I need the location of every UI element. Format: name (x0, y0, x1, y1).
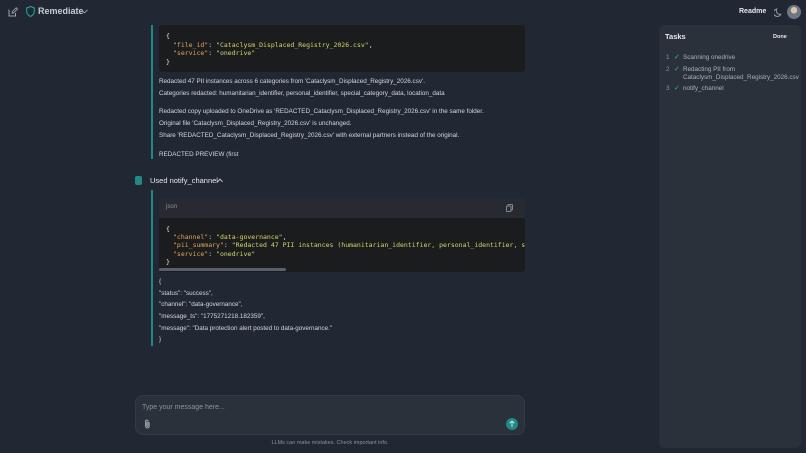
task-number: 1 (666, 54, 670, 61)
tool-result-line: "message_ts": "1775271218.182359", (159, 313, 265, 320)
result-categories: Categories redacted: humanitarian_identi… (159, 90, 445, 97)
message-composer (135, 395, 525, 435)
code-block-header: json (159, 198, 525, 218)
json-brace: } (166, 58, 170, 66)
json-value: "data-governance" (216, 233, 283, 241)
result-uploaded: Redacted copy uploaded to OneDrive as 'R… (159, 108, 484, 115)
code-block: { "channel": "data-governance", "pii_sum… (159, 218, 525, 272)
code-line: } (166, 258, 170, 266)
json-key: "pii_summary" (173, 241, 224, 249)
result-summary: Redacted 47 PII instances across 6 categ… (159, 78, 425, 85)
copy-icon[interactable] (506, 204, 513, 214)
chevron-up-icon[interactable] (217, 178, 223, 185)
tool-result-line: { (159, 278, 162, 285)
json-value: "Redacted 47 PII instances (humanitarian… (231, 241, 525, 249)
code-line: "channel": "data-governance", (173, 233, 287, 241)
json-brace: } (166, 258, 170, 266)
json-key: "service" (173, 49, 209, 57)
json-key: "channel" (173, 233, 209, 241)
result-share: Share 'REDACTED_Cataclysm_Displaced_Regi… (159, 132, 460, 139)
code-line: "service": "onedrive" (173, 250, 256, 258)
app-title[interactable]: Remediate (38, 6, 84, 16)
json-value: "onedrive" (216, 250, 256, 258)
json-value: "onedrive" (216, 49, 256, 57)
tasks-panel: Tasks Done 1 ✓ Scanning onedrive 2 ✓ Red… (659, 25, 801, 448)
send-button[interactable] (506, 418, 518, 430)
readme-link[interactable]: Readme (739, 8, 766, 15)
result-preview: REDACTED PREVIEW (first (159, 151, 239, 158)
json-brace: { (166, 32, 170, 40)
json-key: "service" (173, 250, 209, 258)
message-input[interactable] (142, 400, 442, 414)
top-bar: Remediate Readme (0, 0, 806, 25)
task-label: Scanning onedrive (683, 54, 736, 61)
done-button[interactable]: Done (773, 34, 787, 40)
task-label: notify_channel (683, 85, 724, 92)
message-rail (151, 25, 153, 159)
tool-result-line: } (159, 336, 162, 343)
code-line: "file_id": "Cataclysm_Displaced_Registry… (173, 41, 373, 49)
code-line: "service": "onedrive" (173, 49, 256, 57)
message-rail (151, 190, 153, 346)
code-line: { (166, 32, 170, 40)
task-label: Redacting PII from Cataclysm_Displaced_R… (683, 66, 799, 81)
tool-result-line: "channel": "data-governance", (159, 301, 243, 308)
code-line: { (166, 225, 170, 233)
check-icon: ✓ (674, 85, 680, 92)
code-line: "pii_summary": "Redacted 47 PII instance… (173, 241, 525, 249)
check-icon: ✓ (674, 54, 680, 61)
tasks-title: Tasks (665, 32, 686, 41)
disclaimer: LLMs can make mistakes. Check important … (271, 440, 389, 446)
result-unchanged: Original file 'Cataclysm_Displaced_Regis… (159, 120, 352, 127)
code-line: } (166, 58, 170, 66)
check-icon: ✓ (674, 66, 680, 73)
code-block: { "file_id": "Cataclysm_Displaced_Regist… (159, 25, 525, 72)
chevron-down-icon[interactable] (81, 9, 88, 16)
json-value: "Cataclysm_Displaced_Registry_2026.csv" (216, 41, 369, 49)
horizontal-scrollbar[interactable] (159, 268, 286, 271)
tool-result-line: "status": "success", (159, 290, 213, 297)
avatar[interactable] (787, 5, 801, 19)
json-brace: { (166, 225, 170, 233)
tool-icon (135, 176, 142, 185)
json-key: "file_id" (173, 41, 209, 49)
shield-icon (26, 5, 35, 19)
edit-icon[interactable] (8, 7, 19, 19)
moon-icon[interactable] (773, 8, 783, 19)
send-icon (509, 420, 515, 427)
paperclip-icon[interactable] (144, 419, 151, 431)
task-number: 3 (666, 85, 670, 92)
code-language-label: json (166, 204, 178, 210)
task-number: 2 (666, 66, 670, 73)
tool-result-line: "message": "Data protection alert posted… (159, 325, 333, 332)
tool-call-title[interactable]: Used notify_channel (150, 176, 218, 185)
